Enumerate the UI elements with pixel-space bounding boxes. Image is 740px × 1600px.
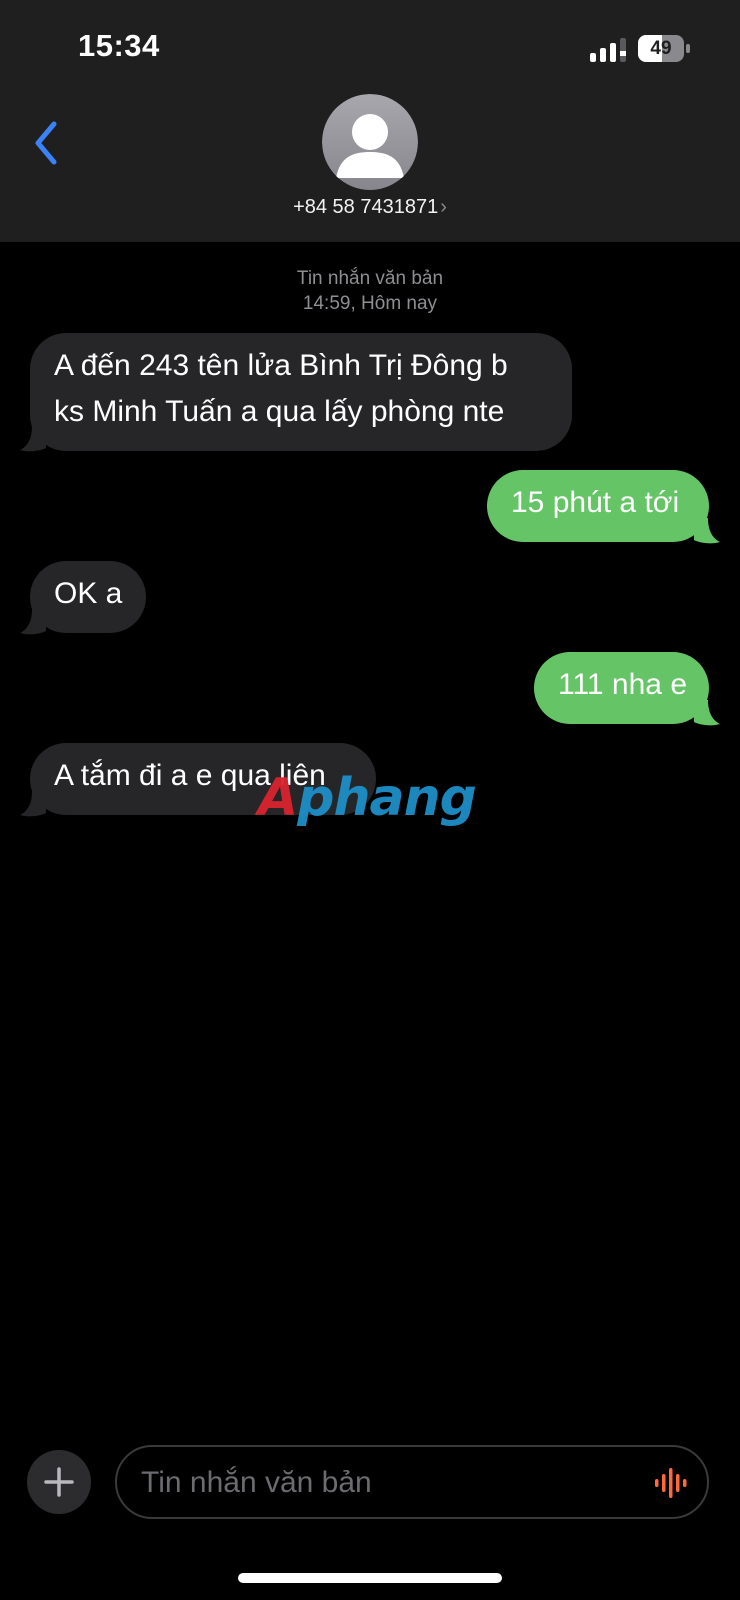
status-time: 15:34 xyxy=(78,28,160,63)
back-button[interactable] xyxy=(26,116,66,170)
home-indicator[interactable] xyxy=(238,1573,502,1583)
thread-meta: Tin nhắn văn bản 14:59, Hôm nay xyxy=(0,266,740,316)
battery-level: 49 xyxy=(650,38,672,59)
message-input[interactable] xyxy=(139,1447,623,1519)
message-text-line: ks Minh Tuấn a qua lấy phòng nte xyxy=(54,395,505,428)
message-timestamp: 14:59, Hôm nay xyxy=(0,291,740,316)
contact-name[interactable]: +84 58 7431871 › xyxy=(0,196,740,219)
watermark-logo: Aphang xyxy=(258,768,477,828)
contact-number: +84 58 7431871 xyxy=(293,196,439,218)
message-text: 111 nha e xyxy=(558,668,688,701)
message-type-label: Tin nhắn văn bản xyxy=(296,268,444,289)
bubble-tail xyxy=(20,609,46,635)
signal-icon xyxy=(590,38,626,62)
chevron-right-icon: › xyxy=(440,196,447,218)
conversation-header: 15:34 49 +84 58 7431871 › xyxy=(0,0,740,242)
message-bubble-outgoing[interactable]: 15 phút a tới xyxy=(487,470,709,542)
bubble-tail xyxy=(20,426,46,452)
message-bubble-outgoing[interactable]: 111 nha e xyxy=(534,652,709,724)
message-composer xyxy=(115,1445,709,1519)
message-bubble-incoming[interactable]: A đến 243 tên lửa Bình Trị Đông b ks Min… xyxy=(30,333,572,451)
contact-avatar[interactable] xyxy=(322,94,418,190)
message-bubble-incoming[interactable]: OK a xyxy=(30,561,146,633)
bubble-tail xyxy=(694,700,720,726)
person-icon xyxy=(322,94,418,190)
timestamp-time: 14:59, xyxy=(302,293,356,314)
timestamp-day: Hôm nay xyxy=(361,293,438,314)
message-text: OK a xyxy=(54,577,123,610)
battery-icon: 49 xyxy=(638,35,690,62)
bubble-tail xyxy=(20,791,46,817)
bubble-tail xyxy=(694,518,720,544)
message-text-line: A đến 243 tên lửa Bình Trị Đông b xyxy=(54,349,508,382)
waveform-icon[interactable] xyxy=(653,1465,689,1501)
add-attachment-button[interactable] xyxy=(27,1450,91,1514)
plus-icon xyxy=(44,1467,74,1497)
message-text: 15 phút a tới xyxy=(511,486,680,519)
